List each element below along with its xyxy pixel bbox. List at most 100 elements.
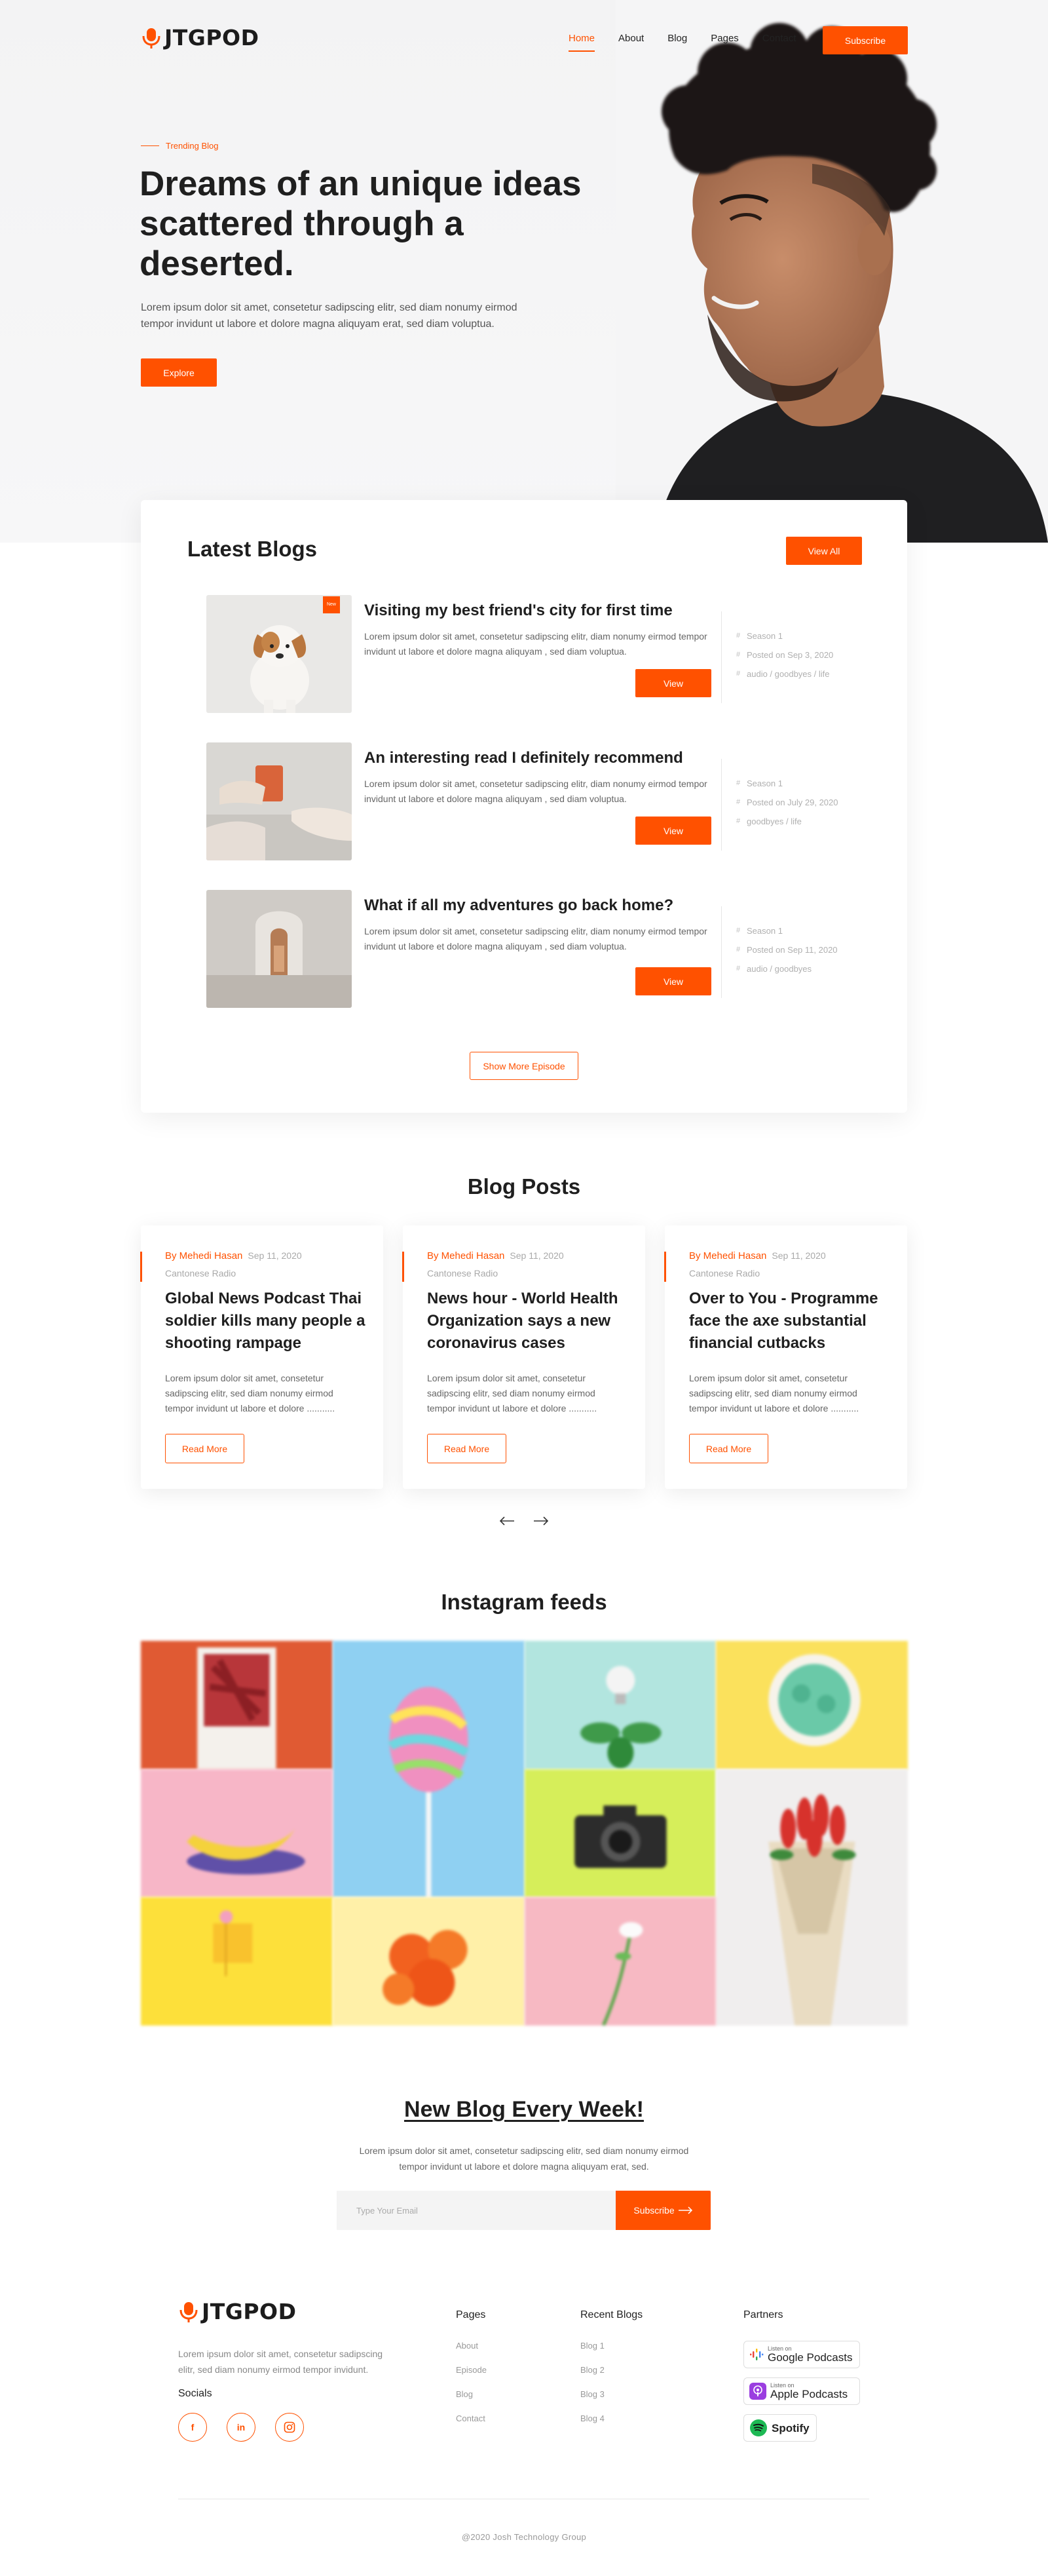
microphone-icon <box>179 2301 198 2322</box>
tag-icon: # <box>736 670 741 678</box>
blog-excerpt: Lorem ipsum dolor sit amet, consetetur s… <box>364 926 707 952</box>
blog-meta: # Season 1 # Posted on Sep 3, 2020 # audio … <box>736 626 833 683</box>
blog-row: An interesting read I definitely recomme… <box>206 742 861 864</box>
hero-portrait-image <box>616 0 1048 543</box>
hero-text: Lorem ipsum dolor sit amet, consetetur s… <box>141 302 517 330</box>
view-all-button[interactable]: View All <box>786 537 862 565</box>
blog-excerpt: Lorem ipsum dolor sit amet, consetetur s… <box>364 631 707 657</box>
calendar-icon: # <box>736 798 741 806</box>
footer-logo[interactable]: JTGPOD <box>178 2299 297 2324</box>
instagram-photo[interactable] <box>141 1897 333 2026</box>
post-author[interactable]: By Mehedi Hasan <box>427 1250 504 1261</box>
footer-brand-name: JTGPOD <box>202 2299 297 2324</box>
google-podcasts-badge[interactable]: Listen on Google Podcasts <box>743 2341 860 2368</box>
linkedin-icon[interactable]: in <box>227 2413 255 2442</box>
footer-link[interactable]: Blog 1 <box>580 2341 643 2351</box>
post-accent-bar <box>402 1252 404 1282</box>
post-title[interactable]: Over to You - Programme face the axe sub… <box>689 1288 892 1355</box>
blog-season: Season 1 <box>747 926 783 936</box>
post-title[interactable]: Global News Podcast Thai soldier kills m… <box>165 1288 368 1355</box>
footer-pages-column: Pages About Episode Blog Contact <box>456 2309 487 2438</box>
view-button[interactable]: View <box>635 669 711 697</box>
footer-link[interactable]: Blog <box>456 2389 487 2399</box>
footer-about: Lorem ipsum dolor sit amet, consetetur s… <box>178 2349 383 2375</box>
instagram-photo[interactable] <box>524 1769 717 1898</box>
post-category: Cantonese Radio <box>427 1268 498 1278</box>
blog-title[interactable]: Visiting my best friend's city for first… <box>364 602 673 620</box>
instagram-grid <box>141 1641 908 2026</box>
main-nav: Home About Blog Pages Contact <box>569 33 796 52</box>
post-excerpt: Lorem ipsum dolor sit amet, consetetur s… <box>427 1373 597 1413</box>
season-icon: # <box>736 927 741 934</box>
show-more-episode-button[interactable]: Show More Episode <box>470 1052 578 1080</box>
footer-link[interactable]: Blog 3 <box>580 2389 643 2399</box>
view-button[interactable]: View <box>635 967 711 995</box>
instagram-photo[interactable] <box>716 1641 908 1769</box>
newsletter-subscribe-button[interactable]: Subscribe <box>616 2191 711 2230</box>
spotify-badge[interactable]: Spotify <box>743 2414 817 2442</box>
season-icon: # <box>736 632 741 640</box>
latest-blogs-card: Latest Blogs View All New Visiting my be… <box>141 500 907 1113</box>
spotify-icon <box>750 2419 767 2436</box>
nav-blog[interactable]: Blog <box>667 33 687 44</box>
footer-link[interactable]: Blog 4 <box>580 2413 643 2423</box>
post-card: By Mehedi Hasan Sep 11, 2020 Cantonese Ra… <box>664 1225 907 1489</box>
carousel-controls <box>496 1510 552 1531</box>
blog-posts-title: Blog Posts <box>467 1174 581 1199</box>
post-byline: By Mehedi Hasan Sep 11, 2020 <box>689 1250 826 1261</box>
footer-link[interactable]: Contact <box>456 2413 487 2423</box>
view-button[interactable]: View <box>635 817 711 845</box>
arrow-right-icon[interactable] <box>531 1510 552 1531</box>
instagram-photo[interactable] <box>141 1641 333 1769</box>
calendar-icon: # <box>736 651 741 659</box>
read-more-button[interactable]: Read More <box>427 1434 506 1463</box>
post-author[interactable]: By Mehedi Hasan <box>689 1250 766 1261</box>
post-date: Sep 11, 2020 <box>248 1250 302 1261</box>
blog-title[interactable]: What if all my adventures go back home? <box>364 896 673 915</box>
post-byline: By Mehedi Hasan Sep 11, 2020 <box>427 1250 564 1261</box>
nav-contact[interactable]: Contact <box>762 33 796 44</box>
blog-tags[interactable]: goodbyes / life <box>747 812 802 831</box>
post-accent-bar <box>664 1252 666 1282</box>
instagram-photo[interactable] <box>141 1769 333 1898</box>
blog-tags[interactable]: audio / goodbyes / life <box>747 664 829 683</box>
post-author[interactable]: By Mehedi Hasan <box>165 1250 242 1261</box>
subscribe-button[interactable]: Subscribe <box>823 26 908 54</box>
instagram-photo[interactable] <box>332 1897 525 2026</box>
calendar-icon: # <box>736 946 741 953</box>
instagram-photo[interactable] <box>524 1641 717 1769</box>
blog-title[interactable]: An interesting read I definitely recomme… <box>364 749 683 767</box>
instagram-photo[interactable] <box>716 1769 908 2026</box>
tag-icon: # <box>736 965 741 972</box>
facebook-icon[interactable]: f <box>178 2413 207 2442</box>
blog-season: Season 1 <box>747 631 783 641</box>
instagram-icon[interactable] <box>275 2413 304 2442</box>
cup-hands-thumbnail-image[interactable] <box>206 742 352 860</box>
footer-link[interactable]: Episode <box>456 2365 487 2375</box>
blog-tags[interactable]: audio / goodbyes <box>747 959 812 978</box>
post-excerpt: Lorem ipsum dolor sit amet, consetetur s… <box>689 1373 859 1413</box>
apple-podcasts-badge[interactable]: Listen on Apple Podcasts <box>743 2377 860 2405</box>
nav-home[interactable]: Home <box>569 33 595 52</box>
hero-title: Dreams of an unique ideas scattered thro… <box>140 164 582 283</box>
footer-link[interactable]: About <box>456 2341 487 2351</box>
footer-recent-column: Recent Blogs Blog 1 Blog 2 Blog 3 Blog 4 <box>580 2309 643 2438</box>
arrow-left-icon[interactable] <box>496 1510 517 1531</box>
archway-thumbnail-image[interactable] <box>206 890 352 1008</box>
instagram-photo[interactable] <box>524 1897 717 2026</box>
post-accent-bar <box>140 1252 142 1282</box>
nav-pages[interactable]: Pages <box>711 33 739 44</box>
arrow-right-icon <box>678 2206 692 2214</box>
brand-logo[interactable]: JTGPOD <box>141 25 259 50</box>
nav-about[interactable]: About <box>618 33 644 44</box>
email-input[interactable] <box>337 2191 616 2230</box>
post-title[interactable]: News hour - World Health Organization sa… <box>427 1288 630 1355</box>
newsletter-title: New Blog Every Week! <box>0 2097 1048 2123</box>
blog-row: What if all my adventures go back home? … <box>206 890 861 1011</box>
instagram-photo[interactable] <box>332 1641 525 1898</box>
explore-button[interactable]: Explore <box>141 358 217 387</box>
hero-eyebrow: Trending Blog <box>141 141 218 151</box>
read-more-button[interactable]: Read More <box>165 1434 244 1463</box>
footer-link[interactable]: Blog 2 <box>580 2365 643 2375</box>
read-more-button[interactable]: Read More <box>689 1434 768 1463</box>
